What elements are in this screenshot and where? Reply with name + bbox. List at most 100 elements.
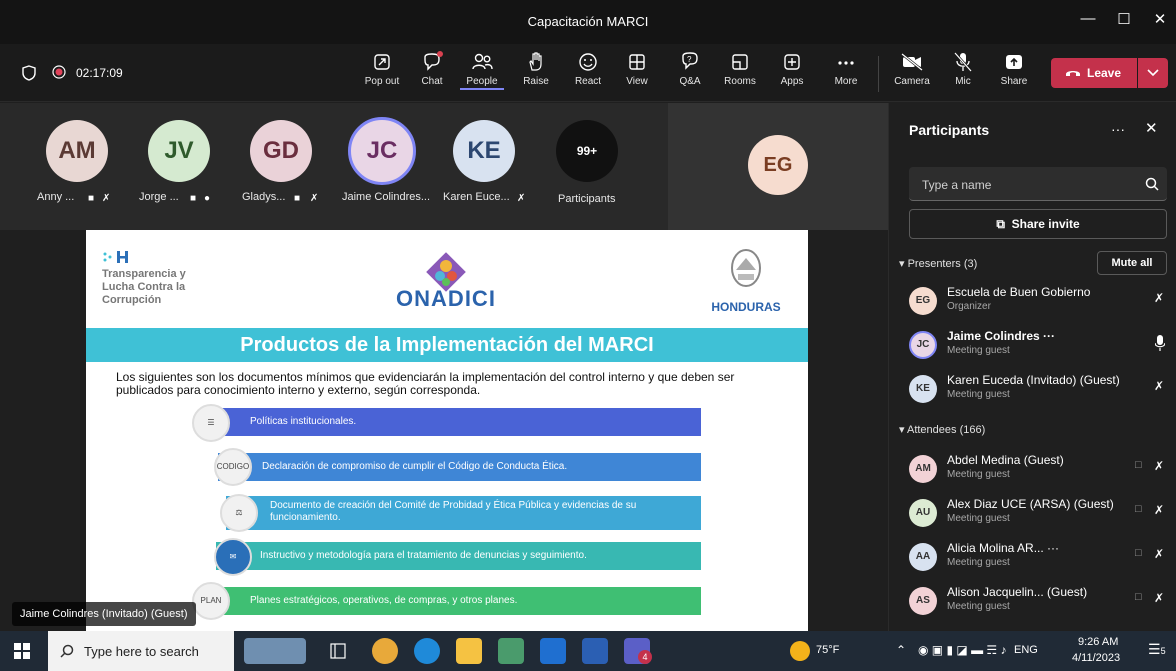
avatar: JC: [909, 331, 937, 359]
participants-overflow-tile[interactable]: 99+ Participants: [548, 103, 646, 223]
leave-button[interactable]: Leave: [1051, 58, 1137, 88]
more-button[interactable]: More: [824, 50, 868, 98]
mail-icon[interactable]: [540, 638, 566, 664]
chevron-up-icon[interactable]: ⌃: [896, 643, 906, 657]
avatar: JC: [348, 117, 416, 185]
participant-search-input[interactable]: Type a name: [909, 167, 1167, 201]
camera-off-icon: □: [1135, 547, 1142, 559]
tlc-logo-icon: [103, 251, 128, 263]
participant-row[interactable]: AM Abdel Medina (Guest) Meeting guest □ …: [909, 449, 1171, 489]
more-icon: [838, 61, 854, 65]
slide-item: Políticas institucionales.: [206, 408, 701, 436]
people-button[interactable]: People: [460, 50, 504, 98]
avatar: AS: [909, 587, 937, 615]
window-title: Capacitación MARCI: [527, 14, 649, 29]
hand-icon: [529, 52, 542, 71]
more-options-icon[interactable]: ···: [1111, 121, 1125, 137]
recording-icon: [52, 65, 66, 79]
teams-icon[interactable]: 4: [624, 638, 652, 664]
participant-row[interactable]: AA Alicia Molina AR... ··· Meeting guest…: [909, 537, 1171, 577]
windows-start-icon[interactable]: [14, 643, 30, 659]
qa-button[interactable]: ? Q&A: [668, 50, 712, 98]
participant-tile[interactable]: GD Gladys... ■ ✗: [238, 103, 336, 223]
mute-all-button[interactable]: Mute all: [1097, 251, 1167, 275]
presenters-section[interactable]: ▾ Presenters (3): [899, 257, 977, 270]
avatar: GD: [250, 120, 312, 182]
file-explorer-icon[interactable]: [456, 638, 482, 664]
search-icon: [60, 644, 74, 658]
raise-hand-button[interactable]: Raise: [514, 50, 558, 98]
camera-off-icon: □: [1135, 503, 1142, 515]
mic-off-icon: ✗: [102, 193, 111, 204]
participant-row[interactable]: AU Alex Diaz UCE (ARSA) (Guest) Meeting …: [909, 493, 1171, 533]
participant-tile[interactable]: JV Jorge ... ■ ●: [136, 103, 234, 223]
apps-icon: [784, 54, 800, 70]
participant-row[interactable]: KE Karen Euceda (Invitado) (Guest) Meeti…: [909, 369, 1171, 409]
participant-tile-speaking[interactable]: JC Jaime Colindres...: [338, 103, 438, 223]
presentation-slide: Transparencia y Lucha Contra la Corrupci…: [86, 230, 808, 631]
store-icon[interactable]: [498, 638, 524, 664]
teams-badge: 4: [638, 650, 652, 664]
title-bar: Capacitación MARCI — ☐ ✕: [0, 0, 1176, 44]
pop-out-button[interactable]: Pop out: [360, 50, 404, 98]
participant-tile[interactable]: KE Karen Euce... ✗: [443, 103, 541, 223]
clock-time[interactable]: 9:26 AM: [1078, 636, 1118, 648]
slide-item: Instructivo y metodología para el tratam…: [216, 542, 701, 570]
chat-button[interactable]: Chat: [410, 50, 454, 98]
slide-item: Documento de creación del Comité de Prob…: [226, 496, 701, 530]
meeting-toolbar: 02:17:09 Pop out Chat People Raise React…: [0, 44, 1176, 102]
overflow-count: 99+: [556, 120, 618, 182]
share-icon: [1006, 55, 1022, 69]
participant-name: Gladys...: [242, 191, 286, 203]
plan-icon: PLAN: [192, 582, 230, 620]
pinned-participant-tile[interactable]: EG: [668, 103, 888, 230]
avatar: AU: [909, 499, 937, 527]
share-button[interactable]: Share: [992, 50, 1036, 98]
task-view-icon[interactable]: [330, 643, 346, 659]
taskbar-search-input[interactable]: Type here to search: [48, 631, 234, 671]
view-button[interactable]: View: [615, 50, 659, 98]
clock-date[interactable]: 4/11/2023: [1072, 652, 1120, 664]
maximize-icon[interactable]: ☐: [1112, 10, 1136, 34]
weather-icon[interactable]: [790, 641, 810, 661]
slide-title: Productos de la Implementación del MARCI: [240, 334, 654, 356]
avatar: KE: [909, 375, 937, 403]
react-button[interactable]: React: [566, 50, 610, 98]
close-icon[interactable]: ✕: [1148, 10, 1172, 34]
smile-icon: [579, 53, 597, 71]
grid-icon: [629, 54, 645, 70]
rooms-button[interactable]: Rooms: [718, 50, 762, 98]
panel-title: Participants: [909, 122, 990, 138]
attendees-section[interactable]: ▾ Attendees (166): [899, 423, 985, 436]
tray-icons[interactable]: ◉ ▣ ▮ ◪ ▬ ☴ ♪: [918, 643, 1007, 657]
mic-button[interactable]: Mic: [941, 50, 985, 98]
share-link-icon: ⧉: [996, 217, 1005, 231]
mic-off-icon: ✗: [517, 193, 526, 204]
video-gallery: AM Anny ... ■ ✗ JV Jorge ... ■ ● GD Glad…: [0, 103, 888, 230]
document-icon: ☰: [192, 404, 230, 442]
search-icon: [1145, 177, 1159, 191]
edge-icon[interactable]: [414, 638, 440, 664]
participant-name: Karen Euce...: [443, 191, 510, 203]
apps-button[interactable]: Apps: [770, 50, 814, 98]
search-highlight-icon[interactable]: [244, 638, 306, 664]
participant-row[interactable]: AS Alison Jacquelin... (Guest) Meeting g…: [909, 581, 1171, 621]
participant-row[interactable]: EG Escuela de Buen Gobierno Organizer ✗: [909, 281, 1171, 321]
mic-off-icon: ✗: [1154, 379, 1165, 393]
share-invite-button[interactable]: ⧉ Share invite: [909, 209, 1167, 239]
chrome-icon[interactable]: [372, 638, 398, 664]
close-icon[interactable]: ✕: [1145, 119, 1158, 137]
windows-taskbar: Type here to search 4 75°F ⌃ ◉ ▣ ▮ ◪ ▬ ☴…: [0, 631, 1176, 671]
participant-row[interactable]: JC Jaime Colindres ··· Meeting guest: [909, 325, 1171, 365]
participant-tile[interactable]: AM Anny ... ■ ✗: [34, 103, 132, 223]
chat-icon: [424, 51, 443, 71]
mic-off-icon: ✗: [1154, 291, 1165, 305]
leave-options-button[interactable]: [1138, 58, 1168, 88]
qa-icon: ?: [682, 52, 698, 70]
participant-name: Jorge ...: [139, 191, 179, 203]
word-icon[interactable]: [582, 638, 608, 664]
minimize-icon[interactable]: —: [1076, 10, 1100, 34]
notification-icon[interactable]: ☰5: [1148, 641, 1166, 658]
language-indicator[interactable]: ENG: [1014, 644, 1038, 656]
camera-button[interactable]: Camera: [890, 50, 934, 98]
